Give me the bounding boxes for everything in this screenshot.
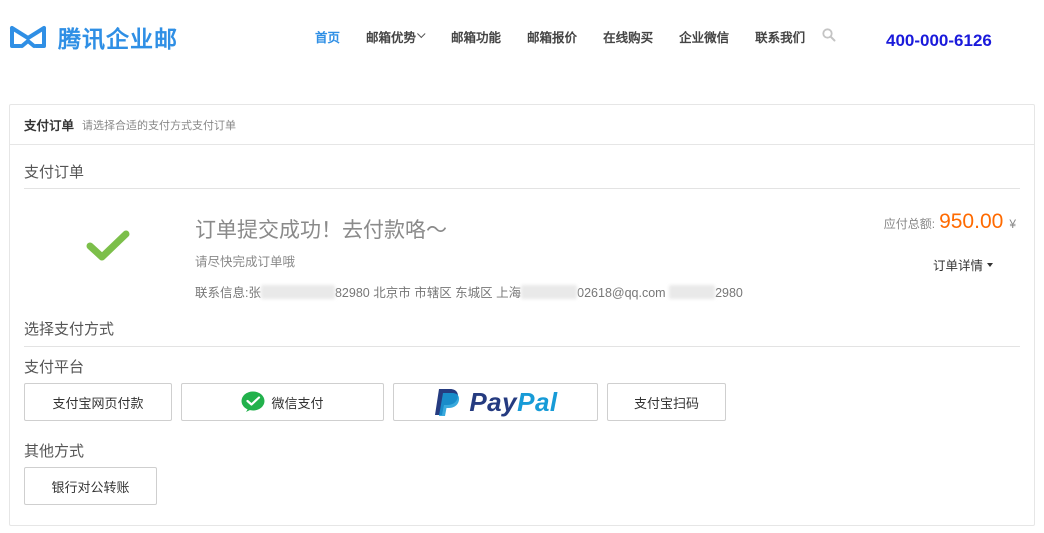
divider	[24, 346, 1020, 347]
site-header: 腾讯企业邮 首页 邮箱优势 邮箱功能 邮箱报价 在线购买 企业微信 联系我们 4…	[0, 0, 1044, 72]
nav-contact[interactable]: 联系我们	[742, 26, 818, 46]
alipay-qr-button[interactable]: 支付宝扫码	[607, 383, 726, 421]
paypal-p-icon	[435, 389, 460, 416]
caret-down-icon	[987, 262, 994, 267]
redacted-block	[669, 285, 716, 299]
nav-buy-online[interactable]: 在线购买	[590, 26, 666, 46]
wechat-pay-icon	[241, 391, 265, 412]
wechat-pay-label: 微信支付	[271, 395, 324, 411]
nav-features-label: 邮箱功能	[451, 30, 502, 45]
alipay-web-button[interactable]: 支付宝网页付款	[24, 383, 172, 421]
search-icon[interactable]	[822, 28, 836, 42]
redacted-block	[260, 285, 335, 299]
order-details-toggle[interactable]: 订单详情	[933, 255, 994, 274]
bank-transfer-label: 银行对公转账	[51, 479, 130, 495]
chevron-down-icon	[417, 29, 426, 39]
nav-pricing-label: 邮箱报价	[527, 30, 578, 45]
contact-part-2: 02618@qq.com	[577, 286, 666, 300]
redacted-block	[521, 285, 578, 299]
panel-subtitle: 请选择合适的支付方式支付订单	[82, 119, 237, 132]
contact-part-1: 82980 北京市 市辖区 东城区 上海	[334, 286, 522, 300]
other-methods-title: 其他方式	[24, 443, 85, 460]
bank-transfer-button[interactable]: 银行对公转账	[24, 467, 157, 505]
contact-info: 联系信息:张 82980 北京市 市辖区 东城区 上海 02618@qq.com 2…	[195, 282, 743, 301]
paypal-pay-text: Pay	[469, 386, 518, 417]
contact-part-3: 2980	[715, 286, 743, 300]
nav-wework[interactable]: 企业微信	[666, 26, 742, 46]
nav-contact-label: 联系我们	[755, 30, 806, 45]
brand-name: 腾讯企业邮	[58, 27, 178, 53]
nav-home[interactable]: 首页	[302, 26, 353, 46]
payment-panel: 支付订单 请选择合适的支付方式支付订单 支付订单 订单提交成功！去付款咯～ 请尽…	[9, 104, 1035, 526]
nav-home-label: 首页	[315, 30, 341, 45]
divider	[24, 188, 1020, 189]
nav-wework-label: 企业微信	[679, 30, 730, 45]
nav-features[interactable]: 邮箱功能	[438, 26, 514, 46]
brand-logo[interactable]: 腾讯企业邮	[8, 20, 178, 54]
tencent-mail-logo-icon	[10, 26, 46, 48]
nav-pricing[interactable]: 邮箱报价	[514, 26, 590, 46]
order-section-title: 支付订单	[24, 164, 85, 181]
alipay-qr-label: 支付宝扫码	[633, 395, 699, 411]
order-details-label: 订单详情	[933, 259, 984, 273]
alipay-web-label: 支付宝网页付款	[52, 395, 144, 411]
platform-section-title: 支付平台	[24, 359, 85, 376]
nav-advantages-label: 邮箱优势	[366, 30, 417, 45]
success-subtitle: 请尽快完成订单哦	[195, 255, 296, 269]
nav-buy-online-label: 在线购买	[603, 30, 654, 45]
total-label: 应付总额:	[883, 217, 936, 231]
panel-title: 支付订单	[24, 119, 75, 133]
success-title: 订单提交成功！去付款咯～	[195, 219, 447, 242]
wechat-pay-button[interactable]: 微信支付	[181, 383, 384, 421]
currency-unit: ¥	[1009, 217, 1016, 231]
paypal-button[interactable]: PayPal	[393, 383, 598, 421]
nav-advantages[interactable]: 邮箱优势	[353, 26, 438, 46]
panel-header: 支付订单 请选择合适的支付方式支付订单	[10, 105, 1034, 145]
total-amount: 950.00	[939, 210, 1004, 233]
total-amount-block: 应付总额: 950.00 ¥	[884, 210, 1016, 234]
contact-label: 联系信息:张	[195, 286, 261, 300]
hotline-number: 400-000-6126	[886, 31, 992, 50]
success-check-icon	[86, 230, 130, 261]
main-nav: 首页 邮箱优势 邮箱功能 邮箱报价 在线购买 企业微信 联系我们	[302, 26, 818, 46]
paypal-pal-text: Pal	[517, 386, 558, 417]
paypal-logo: PayPal	[433, 387, 557, 418]
choose-method-title: 选择支付方式	[24, 321, 115, 338]
